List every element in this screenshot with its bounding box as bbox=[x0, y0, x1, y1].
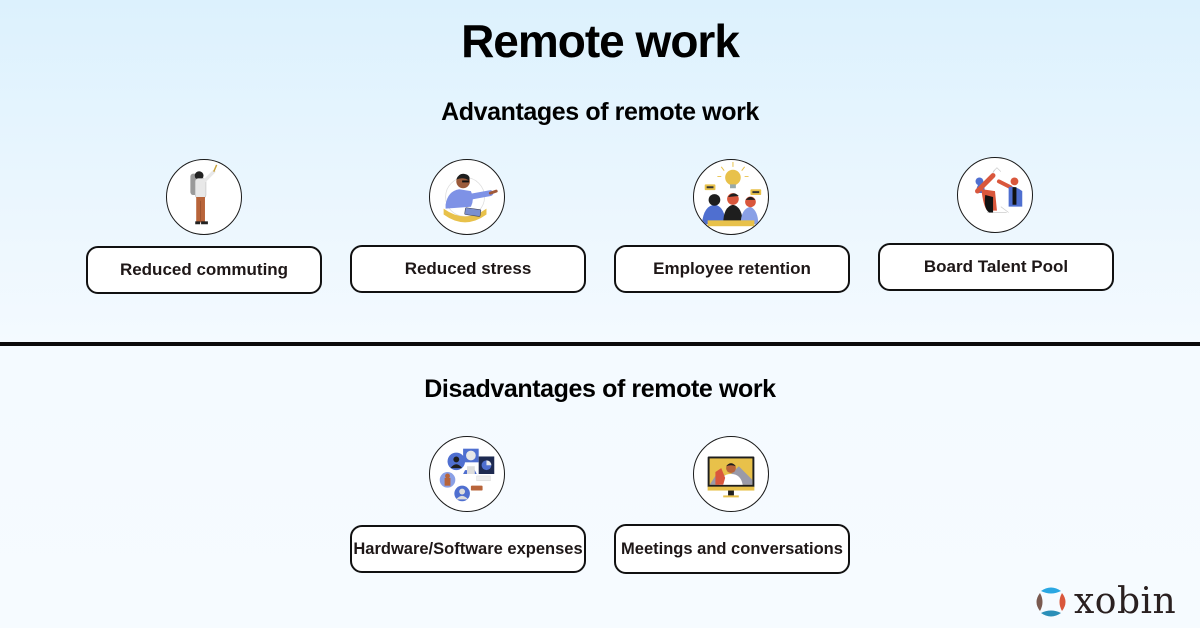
reduced-stress-label: Reduced stress bbox=[350, 245, 586, 293]
team-idea-illustration-icon bbox=[693, 159, 769, 235]
xobin-logo: xobin bbox=[1034, 582, 1176, 622]
employee-retention-label: Employee retention bbox=[614, 245, 850, 293]
advantages-heading: Advantages of remote work bbox=[441, 98, 759, 126]
hardware-software-expenses-label: Hardware/Software expenses bbox=[350, 525, 586, 573]
section-divider bbox=[0, 342, 1200, 346]
xobin-wordmark: xobin bbox=[1074, 581, 1177, 622]
video-call-monitor-illustration-icon bbox=[693, 436, 769, 512]
commuter-illustration-icon bbox=[166, 159, 242, 235]
xobin-logo-mark-icon bbox=[1036, 587, 1066, 617]
relaxed-worker-illustration-icon bbox=[429, 159, 505, 235]
meetings-and-conversations-label: Meetings and conversations bbox=[614, 524, 850, 574]
devices-network-illustration-icon bbox=[429, 436, 505, 512]
page-title: Remote work bbox=[461, 15, 740, 67]
high-five-illustration-icon bbox=[957, 157, 1033, 233]
board-talent-pool-label: Board Talent Pool bbox=[878, 243, 1114, 291]
disadvantages-heading: Disadvantages of remote work bbox=[424, 375, 776, 403]
reduced-commuting-label: Reduced commuting bbox=[86, 246, 322, 294]
